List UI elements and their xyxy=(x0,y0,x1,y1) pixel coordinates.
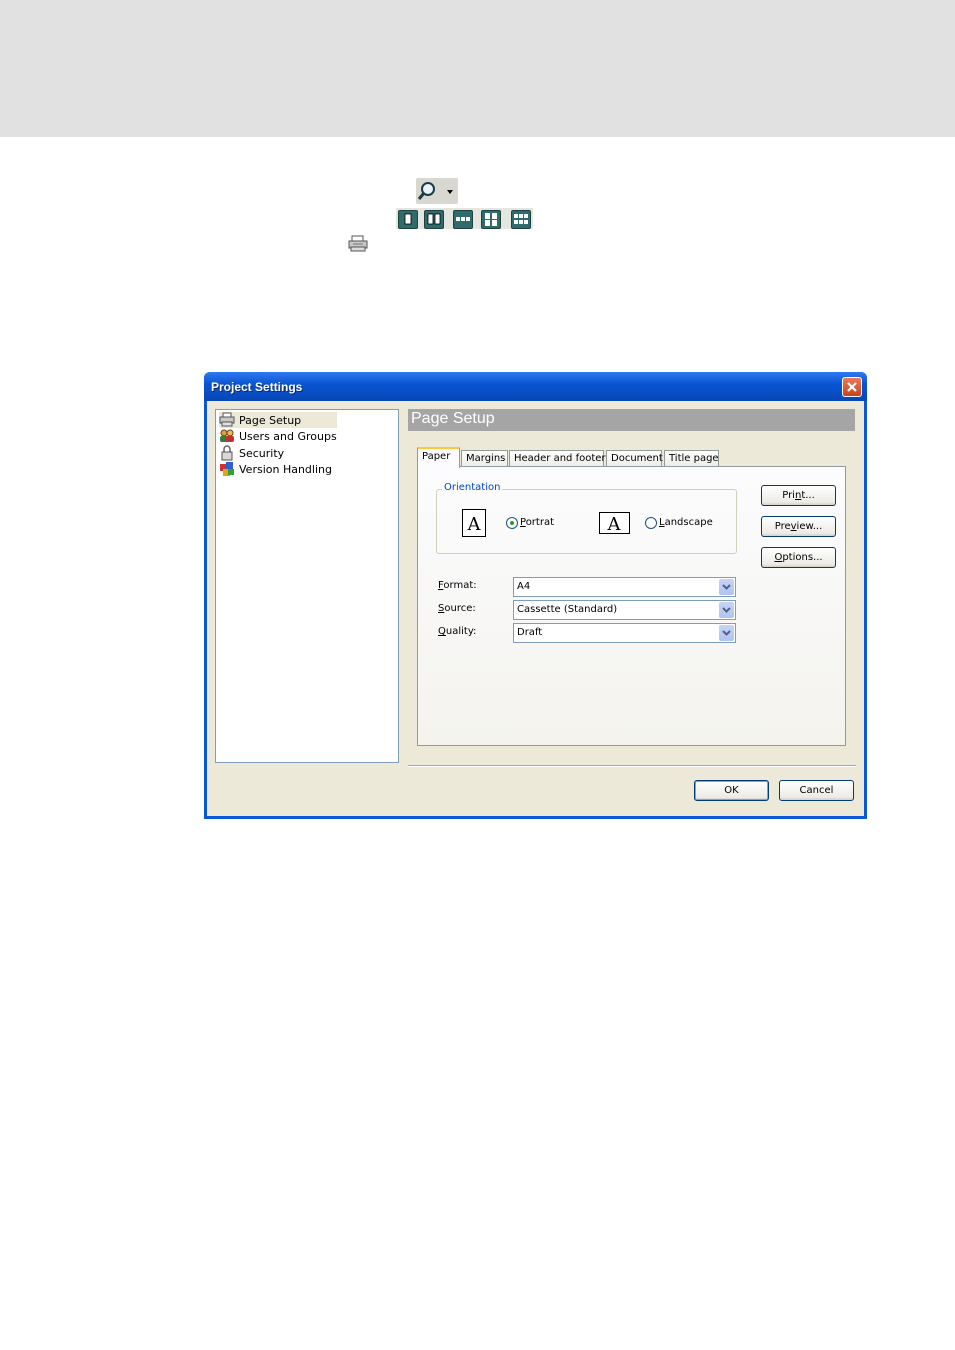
settings-tree: Page Setup Users and Groups Security Ver… xyxy=(215,409,399,763)
preview-button[interactable]: Preview... xyxy=(761,516,836,537)
ok-button[interactable]: OK xyxy=(694,780,769,801)
six-page-icon[interactable] xyxy=(511,210,531,229)
portrait-radio[interactable] xyxy=(506,517,518,529)
tree-item-label: Security xyxy=(239,446,285,460)
quality-value: Draft xyxy=(517,627,543,638)
quality-label: Quality: xyxy=(438,626,477,637)
options-button[interactable]: Options... xyxy=(761,547,836,568)
source-label: Source: xyxy=(438,603,476,614)
tree-item-version-handling[interactable]: Version Handling xyxy=(219,461,332,477)
printer-icon xyxy=(219,412,235,427)
page-header-band xyxy=(0,0,955,137)
tab-margins[interactable]: Margins xyxy=(461,450,508,467)
tree-item-page-setup[interactable]: Page Setup xyxy=(219,412,338,428)
divider xyxy=(408,765,856,767)
landscape-radio[interactable] xyxy=(645,517,657,529)
format-label: Format: xyxy=(438,580,477,591)
two-page-icon[interactable] xyxy=(424,210,444,229)
four-page-icon[interactable] xyxy=(481,210,501,229)
chevron-down-icon xyxy=(722,607,731,613)
landscape-page-icon: A xyxy=(599,512,630,535)
printer-icon[interactable] xyxy=(347,235,369,252)
portrait-page-icon: A xyxy=(462,509,486,537)
portrait-label[interactable]: Portrat xyxy=(520,517,554,528)
dialog-client-area: Page Setup Users and Groups Security Ver… xyxy=(207,401,864,816)
orientation-legend: Orientation xyxy=(442,482,503,493)
tree-item-label: Users and Groups xyxy=(239,429,337,443)
dropdown-arrow[interactable] xyxy=(719,625,734,641)
project-settings-dialog: Project Settings Page Setup Users and Gr… xyxy=(204,372,867,819)
source-select[interactable]: Cassette (Standard) xyxy=(513,600,736,620)
tree-item-label: Page Setup xyxy=(239,413,302,427)
orientation-group: Orientation A Portrat A Landscape xyxy=(436,482,737,554)
dialog-titlebar: Project Settings xyxy=(204,372,867,401)
chevron-down-icon xyxy=(722,584,731,590)
format-value: A4 xyxy=(517,581,531,592)
tab-document[interactable]: Document xyxy=(606,450,663,467)
format-select[interactable]: A4 xyxy=(513,577,736,597)
dropdown-arrow[interactable] xyxy=(719,602,734,618)
three-page-row-icon[interactable] xyxy=(453,210,473,229)
paper-tab-panel: Orientation A Portrat A Landscape Print.… xyxy=(417,466,846,746)
print-button[interactable]: Print... xyxy=(761,485,836,506)
portrait-glyph: A xyxy=(467,514,482,535)
page-view-toolbar xyxy=(396,208,533,229)
landscape-glyph: A xyxy=(607,514,622,534)
tab-title-page[interactable]: Title page xyxy=(664,450,719,467)
single-page-icon[interactable] xyxy=(398,210,418,229)
tab-header-and-footer[interactable]: Header and footer xyxy=(509,450,606,467)
close-button[interactable] xyxy=(842,377,862,397)
chevron-down-icon xyxy=(722,630,731,636)
tree-item-label: Version Handling xyxy=(239,462,332,476)
cancel-button[interactable]: Cancel xyxy=(779,780,854,801)
page-title-text: Page Setup xyxy=(411,410,495,427)
lock-icon xyxy=(221,445,233,461)
zoom-button[interactable] xyxy=(416,178,458,204)
version-icon xyxy=(220,462,234,476)
tab-paper[interactable]: Paper xyxy=(417,447,460,468)
page-title: Page Setup xyxy=(408,409,855,431)
magnifier-icon xyxy=(417,182,453,200)
users-icon xyxy=(220,429,234,442)
dialog-title: Project Settings xyxy=(211,380,303,394)
tree-item-security[interactable]: Security xyxy=(219,445,284,461)
quality-select[interactable]: Draft xyxy=(513,623,736,643)
landscape-label[interactable]: Landscape xyxy=(659,517,713,528)
source-value: Cassette (Standard) xyxy=(517,604,618,615)
close-icon xyxy=(847,382,857,392)
dropdown-arrow[interactable] xyxy=(719,579,734,595)
tree-item-users-and-groups[interactable]: Users and Groups xyxy=(219,428,337,444)
